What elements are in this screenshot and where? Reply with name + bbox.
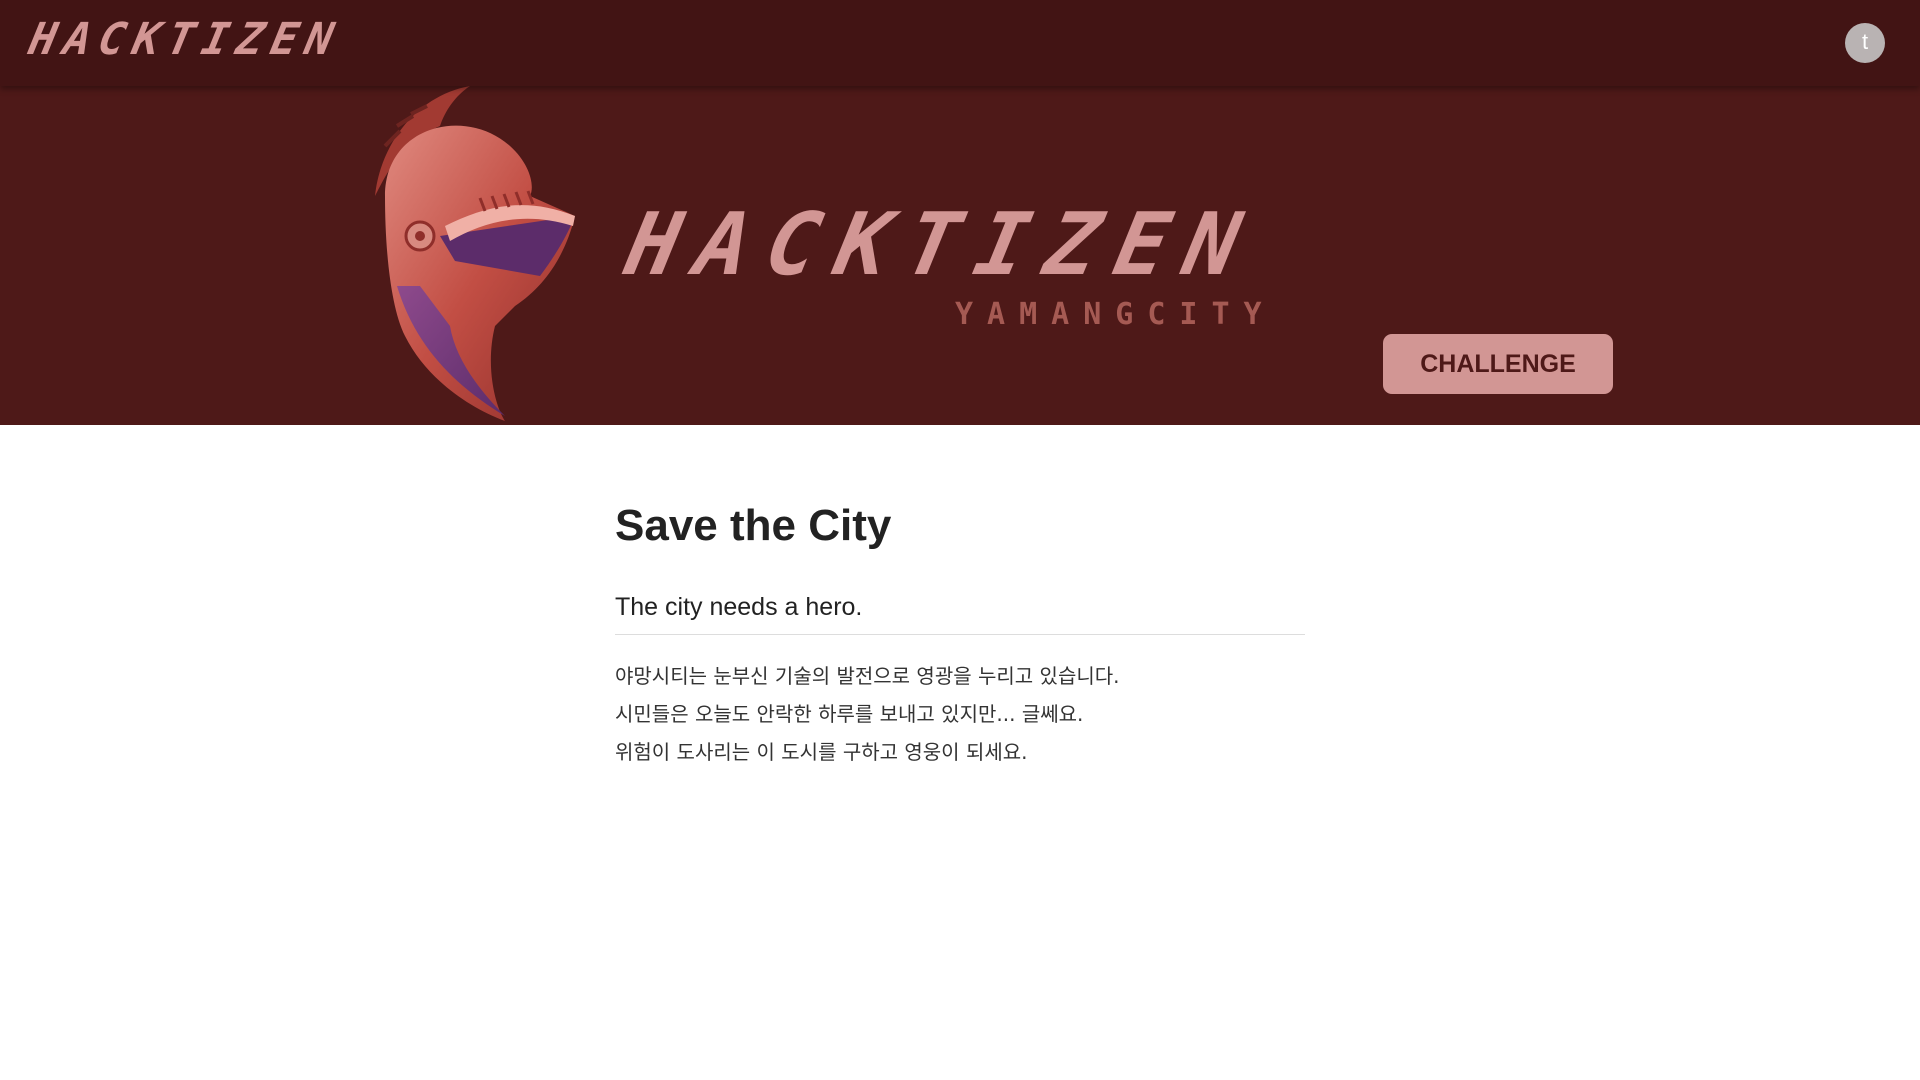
intro-line: 시민들은 오늘도 안락한 하루를 보내고 있지만... 글쎄요. [615,701,1084,726]
lead-text: The city needs a hero. [615,593,1305,635]
intro-line: 위험이 도사리는 이 도시를 구하고 영웅이 되세요. [615,739,1028,764]
challenge-button[interactable]: CHALLENGE [1383,334,1613,394]
user-avatar[interactable]: t [1845,23,1885,63]
intro-paragraph: 야망시티는 눈부신 기술의 발전으로 영광을 누리고 있습니다. 시민들은 오늘… [615,657,1305,771]
navbar-logo[interactable]: HACKTIZEN [25,14,346,65]
hero-subtitle: YAMANGCITY [955,297,1276,332]
knight-helmet-icon [375,86,575,421]
page-title: Save the City [615,501,892,550]
main-content: Save the City The city needs a hero. 야망시… [615,500,1305,771]
hero-title: HACKTIZEN [617,195,1267,295]
hero-banner: HACKTIZEN YAMANGCITY CHALLENGE [0,86,1920,425]
intro-line: 야망시티는 눈부신 기술의 발전으로 영광을 누리고 있습니다. [615,663,1120,688]
top-navbar: HACKTIZEN t [0,0,1920,86]
